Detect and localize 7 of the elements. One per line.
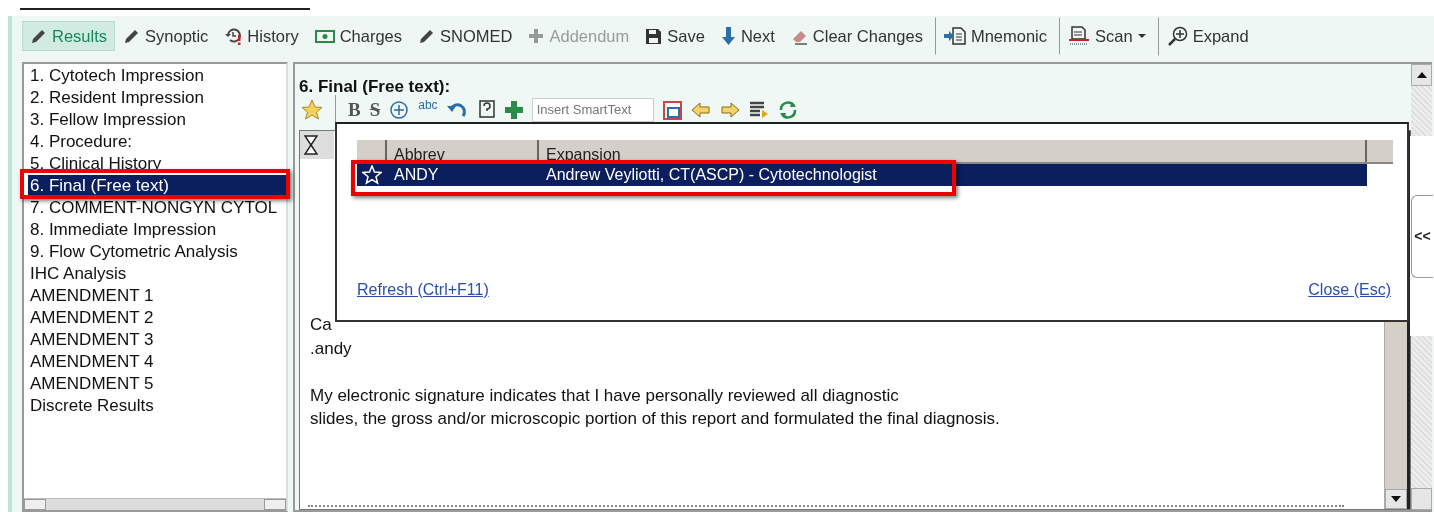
text-line: Ca: [310, 314, 333, 336]
section-title: 6. Final (Free text):: [299, 76, 452, 96]
table-cell-text: Andrew Veyliotti, CT(ASCP) - Cytotechnologist: [545, 165, 877, 185]
text-line: slides, the gross and/or microscopic portion of this report and formulated the final diagnosis.: [310, 408, 1001, 430]
text-line: My electronic signature indicates that I have personally reviewed all diagnostic: [310, 384, 900, 407]
table-cell-text: ANDY: [393, 165, 440, 185]
text-line: .andy: [310, 337, 353, 360]
